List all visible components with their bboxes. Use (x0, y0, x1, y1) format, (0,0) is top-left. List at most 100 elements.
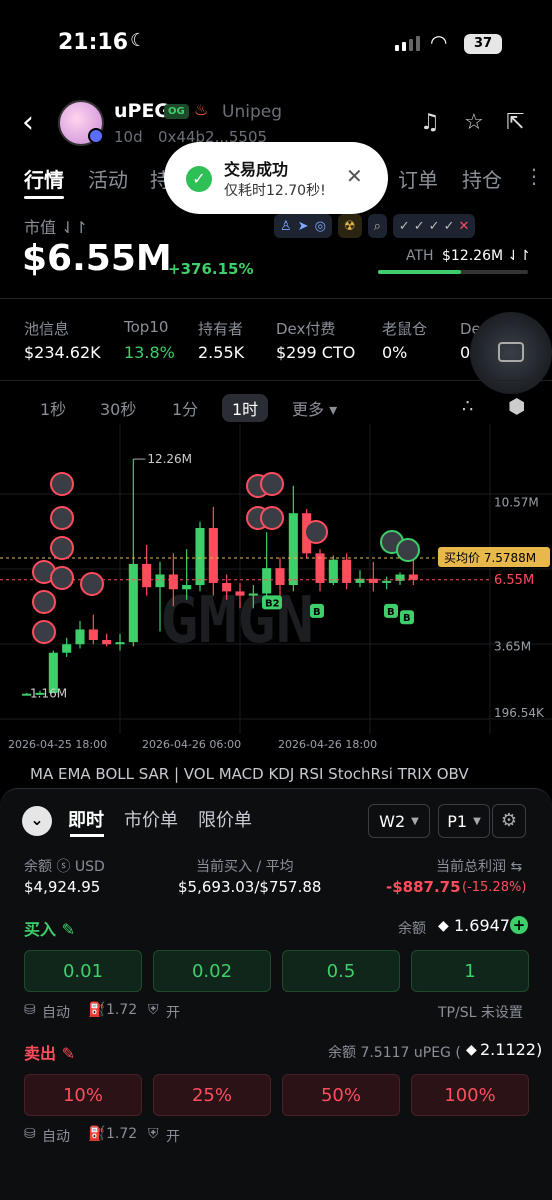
tf-1h[interactable]: 1时 (222, 394, 269, 422)
tf-1s[interactable]: 1秒 (40, 396, 66, 420)
toast-title: 交易成功 (224, 160, 289, 179)
tab-limit-order[interactable]: 限价单 (198, 806, 252, 832)
buy-title[interactable]: 买入 ✎ (24, 916, 75, 940)
back-button[interactable]: ‹ (22, 108, 34, 138)
slippage-icon: ⛁ (24, 1002, 36, 1018)
sell-amount-button[interactable]: 25% (153, 1074, 271, 1116)
buy-amount-button[interactable]: 0.02 (153, 950, 271, 992)
candle (75, 629, 85, 645)
buy-amount-button[interactable]: 0.01 (24, 950, 142, 992)
pnl-label: 当前总利润 ⇆ (436, 859, 523, 875)
tab-activity[interactable]: 活动 (88, 164, 128, 193)
tab-market-order[interactable]: 市价单 (124, 806, 178, 832)
tab-instant[interactable]: 即时 (68, 806, 104, 832)
trader-avatar (396, 538, 420, 562)
stat-top10-value[interactable]: 13.8% (124, 343, 175, 362)
telegram-icon: ➤ (297, 218, 309, 234)
price-chart[interactable]: GMGN12.26M1.16M买均价 7.5788M6.55M10.57M3.6… (0, 424, 552, 760)
stat-holders-value[interactable]: 2.55K (198, 343, 244, 362)
settings-hex-icon[interactable]: ⬢ (508, 394, 525, 418)
stat-top10-label: Top10 (124, 318, 169, 336)
tpsl-setting[interactable]: TP/SL 未设置 (438, 1002, 523, 1022)
market-cap-value: $6.55M (22, 238, 172, 279)
buy-mev[interactable]: 开 (166, 1002, 180, 1022)
stat-pool-label: 池信息 (24, 320, 70, 338)
pnl-value: -$887.75 (386, 878, 461, 896)
candle (235, 591, 245, 596)
candle (195, 527, 205, 586)
buy-gas[interactable]: 1.72 (106, 1002, 137, 1018)
candle (168, 574, 178, 590)
tab-market[interactable]: 行情 (24, 164, 64, 193)
wallet-icon (498, 342, 524, 362)
trader-avatar (50, 536, 74, 560)
sell-mev[interactable]: 开 (166, 1126, 180, 1146)
token-age: 10d (114, 128, 143, 146)
candle (102, 640, 112, 645)
candle (382, 580, 392, 583)
search-icon[interactable]: ⌕ (367, 214, 387, 238)
stat-pool-value[interactable]: $234.62K (24, 343, 101, 362)
sell-amount-button[interactable]: 100% (411, 1074, 529, 1116)
buy-marker-label: B2 (265, 598, 280, 609)
indicator-bar[interactable]: MA EMA BOLL SAR | VOL MACD KDJ RSI Stoch… (30, 765, 469, 783)
toast-subtitle: 仅耗时12.70秒! (224, 183, 326, 199)
candle (142, 563, 152, 588)
preset-select-value: P1 (447, 811, 468, 831)
balance-value: $4,924.95 (24, 878, 101, 896)
more-icon[interactable]: ⋮ (524, 164, 544, 188)
bell-icon[interactable]: ♫ (420, 110, 440, 135)
tab-orders[interactable]: 订单 (398, 164, 438, 193)
buy-amount-button[interactable]: 0.5 (282, 950, 400, 992)
stat-dexpaid-value[interactable]: $299 CTO (276, 343, 355, 362)
security-checks[interactable]: ✓ ✓ ✓ ✓ ✕ (392, 214, 476, 238)
market-cap-change: +376.15% (168, 260, 254, 278)
bought-value: $5,693.03/$757.88 (178, 878, 322, 896)
social-links[interactable]: ♙ ➤ ◎ (274, 214, 332, 238)
y-tick-label: 196.54K (494, 706, 545, 720)
trader-avatar (50, 566, 74, 590)
close-icon[interactable]: ✕ (346, 164, 363, 188)
trader-avatar (80, 572, 104, 596)
current-price-label: 6.55M (494, 573, 534, 588)
candle (182, 585, 192, 590)
sell-amount-button[interactable]: 10% (24, 1074, 142, 1116)
tf-more[interactable]: 更多 ▾ (292, 396, 337, 420)
trader-avatar (260, 506, 284, 530)
sell-title[interactable]: 卖出 ✎ (24, 1040, 75, 1064)
chevron-down-icon[interactable]: ⌄ (22, 806, 52, 836)
preset-select[interactable]: P1 ▼ (438, 804, 490, 838)
panel-tab-underline (70, 834, 104, 837)
bought-label: 当前买入 / 平均 (196, 859, 294, 875)
y-tick-label: 3.65M (494, 639, 531, 653)
tab-positions[interactable]: 持仓 (462, 164, 502, 193)
candle (248, 593, 258, 596)
tf-30s[interactable]: 30秒 (100, 396, 136, 420)
dots-icon[interactable]: ∴ (462, 396, 473, 417)
dev-icon[interactable]: ☢ (337, 214, 362, 238)
gear-icon[interactable]: ⚙ (492, 804, 526, 838)
sell-amount-button[interactable]: 50% (282, 1074, 400, 1116)
wallet-fab[interactable] (470, 312, 552, 394)
share-icon[interactable]: ⇱ (506, 110, 524, 135)
wallet-select[interactable]: W2 ▼ (368, 804, 430, 838)
slippage-icon: ⛁ (24, 1126, 36, 1142)
buy-auto-slippage[interactable]: 自动 (42, 1002, 70, 1022)
candle (62, 644, 72, 653)
sell-gas[interactable]: 1.72 (106, 1126, 137, 1142)
trader-avatar (304, 520, 328, 544)
trader-avatar (32, 620, 56, 644)
star-icon[interactable]: ☆ (464, 110, 484, 135)
sell-auto-slippage[interactable]: 自动 (42, 1126, 70, 1146)
buy-balance-label: 余额 (398, 921, 426, 937)
gas-icon: ⛽ (88, 1002, 106, 1018)
candle (88, 629, 98, 641)
buy-amount-button[interactable]: 1 (411, 950, 529, 992)
balance-label: 余额 ⓢ USD (24, 859, 105, 875)
tf-1m[interactable]: 1分 (172, 396, 198, 420)
check-icon: ✓ (186, 166, 212, 192)
chart-low-label: 1.16M (30, 687, 67, 701)
candle (408, 574, 418, 580)
stat-insider-value[interactable]: 0% (382, 343, 407, 362)
plus-icon[interactable]: + (510, 916, 528, 934)
